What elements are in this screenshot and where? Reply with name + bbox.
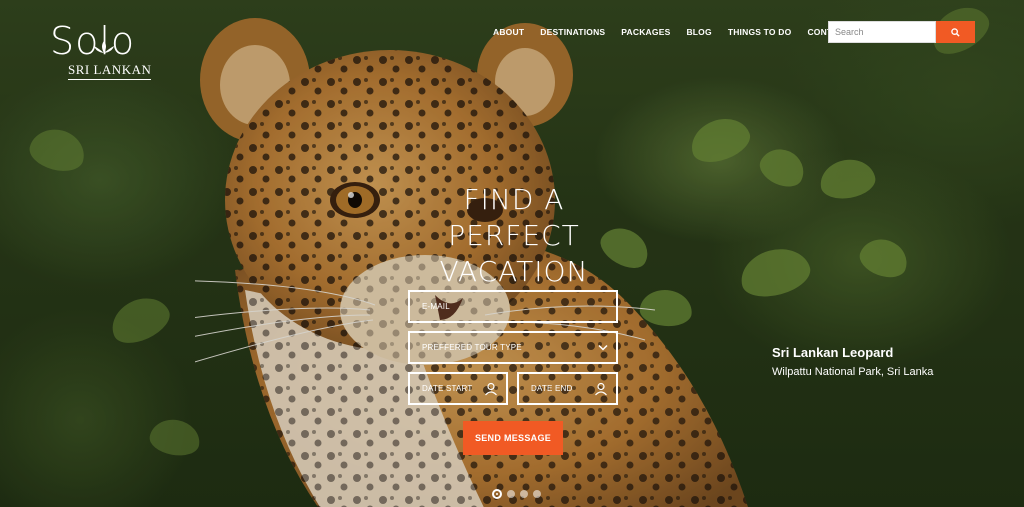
slider-dot-2[interactable] [507, 490, 515, 498]
nav-about[interactable]: ABOUT [493, 27, 524, 37]
logo-subtitle: SRI LANKAN [68, 62, 152, 80]
search-icon [951, 27, 960, 37]
search-input[interactable] [828, 21, 936, 43]
email-field[interactable]: E-MAIL [408, 290, 618, 323]
user-icon [595, 382, 607, 395]
lotus-icon [94, 41, 114, 53]
tour-type-placeholder: PREFFERED TOUR TYPE [422, 343, 522, 352]
nav-packages[interactable]: PACKAGES [621, 27, 670, 37]
email-placeholder: E-MAIL [422, 302, 450, 311]
slider-dot-4[interactable] [533, 490, 541, 498]
slider-dots [492, 489, 541, 499]
slide-caption-location: Wilpattu National Park, Sri Lanka [772, 366, 934, 378]
nav-things-to-do[interactable]: THINGS TO DO [728, 27, 792, 37]
slide-caption-title: Sri Lankan Leopard [772, 345, 894, 360]
date-start-field[interactable]: DATE START [408, 372, 508, 405]
tour-type-select[interactable]: PREFFERED TOUR TYPE [408, 331, 618, 364]
date-end-field[interactable]: DATE END [517, 372, 618, 405]
hero-headline: FIND A PERFECT VACATION [439, 183, 589, 288]
slider-dot-1[interactable] [492, 489, 502, 499]
nav-blog[interactable]: BLOG [686, 27, 711, 37]
main-nav: ABOUT DESTINATIONS PACKAGES BLOG THINGS … [493, 27, 866, 37]
search-button[interactable] [936, 21, 975, 43]
search-bar [828, 21, 975, 43]
site-logo[interactable]: Solo SRI LANKAN [50, 22, 152, 80]
send-message-button[interactable]: SEND MESSAGE [463, 421, 563, 455]
nav-destinations[interactable]: DESTINATIONS [540, 27, 605, 37]
slider-dot-3[interactable] [520, 490, 528, 498]
date-end-placeholder: DATE END [531, 384, 573, 393]
user-icon [485, 382, 497, 395]
date-start-placeholder: DATE START [422, 384, 473, 393]
chevron-down-icon [598, 344, 608, 351]
